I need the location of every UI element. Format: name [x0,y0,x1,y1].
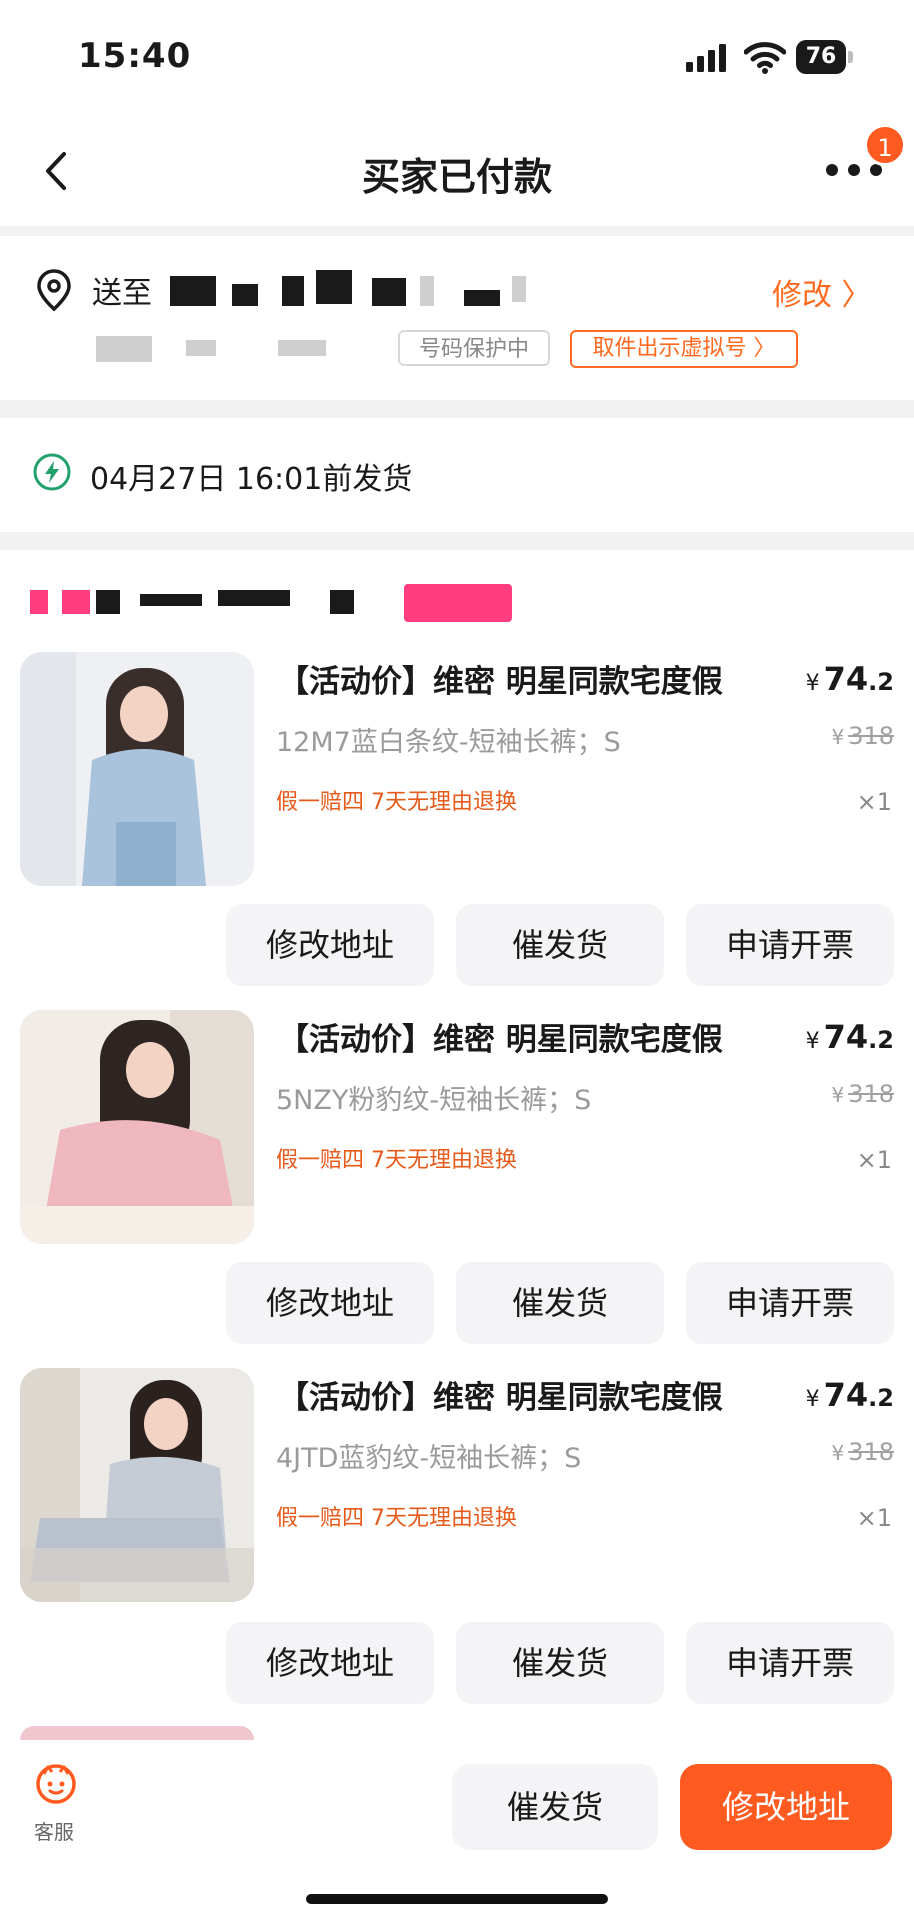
request-invoice-button[interactable]: 申请开票 [686,1622,894,1704]
product-price: ¥74.2 [805,1376,894,1414]
product-image[interactable] [20,652,254,886]
guarantee-tags: 假一赔四 7天无理由退换 [276,1506,517,1531]
original-price: ¥318 [831,722,894,750]
product-title[interactable]: 【活动价】维密 明星同款宅度假 [278,656,723,701]
urge-shipping-button[interactable]: 催发货 [456,904,664,986]
guarantee-tags: 假一赔四 7天无理由退换 [276,790,517,815]
product-title[interactable]: 【活动价】维密 明星同款宅度假 [278,1014,723,1059]
divider [0,226,914,236]
product-quantity: ×1 [856,1504,892,1532]
edit-address-button[interactable]: 修改地址 [680,1764,892,1850]
notification-badge: 1 [864,124,906,166]
request-invoice-button[interactable]: 申请开票 [686,904,894,986]
divider [0,532,914,550]
product-title[interactable]: 【活动价】维密 明星同款宅度假 [278,1372,723,1417]
urge-shipping-button[interactable]: 催发货 [456,1622,664,1704]
urge-shipping-button[interactable]: 催发货 [452,1764,658,1850]
edit-address-button[interactable]: 修改地址 [226,904,434,986]
home-indicator [306,1894,608,1904]
page-title: 买家已付款 [361,155,552,199]
divider [0,400,914,418]
number-protection-badge: 号码保护中 [398,330,550,366]
edit-address-button[interactable]: 修改地址 [226,1262,434,1344]
customer-service-icon[interactable] [34,1762,78,1806]
battery-icon: 76 [796,40,854,74]
edit-address-button[interactable]: 修改地址 [226,1622,434,1704]
battery-level: 76 [796,40,846,74]
lightning-icon [33,453,71,491]
guarantee-tags: 假一赔四 7天无理由退换 [276,1148,517,1173]
product-quantity: ×1 [856,788,892,816]
product-quantity: ×1 [856,1146,892,1174]
location-pin-icon [37,269,71,312]
customer-service-label[interactable]: 客服 [34,1816,74,1845]
original-price: ¥318 [831,1080,894,1108]
original-price: ¥318 [831,1438,894,1466]
ship-deadline: 04月27日 16:01前发货 [90,462,413,497]
wifi-icon [744,42,786,74]
status-time: 15:40 [78,36,192,76]
urge-shipping-button[interactable]: 催发货 [456,1262,664,1344]
product-price: ¥74.2 [805,1018,894,1056]
product-image[interactable] [20,1010,254,1244]
product-price: ¥74.2 [805,660,894,698]
virtual-number-button[interactable]: 取件出示虚拟号 〉 [570,330,798,368]
product-spec: 12M7蓝白条纹-短袖长裤；S [276,727,621,758]
product-image[interactable] [20,1726,254,1740]
product-image[interactable] [20,1368,254,1602]
request-invoice-button[interactable]: 申请开票 [686,1262,894,1344]
cellular-signal-icon [686,44,726,72]
product-spec: 5NZY粉豹纹-短袖长裤；S [276,1085,592,1116]
ship-to-label: 送至 [92,276,152,311]
edit-address-link[interactable]: 修改 〉 [772,270,872,314]
product-spec: 4JTD蓝豹纹-短袖长裤；S [276,1443,582,1474]
